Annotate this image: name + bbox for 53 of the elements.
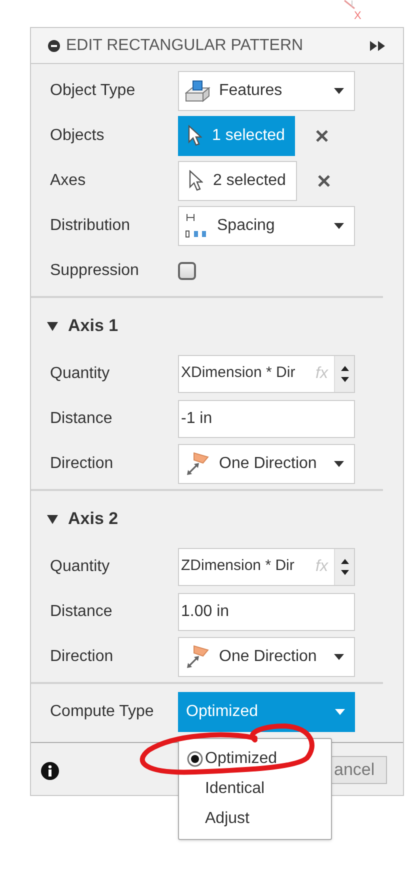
- cursor-icon: [189, 170, 203, 192]
- field-label: Quantity: [50, 556, 111, 576]
- spacing-icon: [185, 212, 209, 238]
- direction-icon: [185, 644, 211, 670]
- field-label: Distribution: [50, 216, 132, 236]
- field-label: Suppression: [50, 260, 140, 280]
- axis-drawing: [344, 0, 355, 9]
- dropdown-field[interactable]: Spacing: [178, 206, 355, 246]
- box-icon: [185, 78, 211, 102]
- checkbox[interactable]: [178, 262, 196, 280]
- field-label: Object Type: [50, 80, 136, 100]
- section-header[interactable]: Axis 1: [31, 301, 118, 351]
- info-icon[interactable]: [41, 762, 59, 780]
- direction-dropdown[interactable]: One Direction: [178, 636, 355, 676]
- direction-dropdown[interactable]: One Direction: [178, 444, 355, 484]
- field-label: Axes: [50, 170, 87, 190]
- selection-button[interactable]: 2 selected: [178, 160, 297, 200]
- field-label: Direction: [50, 454, 114, 474]
- dropdown-field[interactable]: Features: [178, 70, 355, 110]
- field-value: XDimension * Dir: [180, 363, 296, 384]
- direction-icon: [185, 450, 211, 476]
- cursor-icon: [188, 124, 202, 146]
- quantity-field[interactable]: XDimension * Dir fx: [178, 354, 355, 392]
- menu-item[interactable]: Adjust: [179, 804, 331, 834]
- field-label: Objects: [50, 126, 106, 146]
- field-value: ZDimension * Dir: [180, 556, 294, 576]
- section-header[interactable]: Axis 2: [31, 494, 118, 544]
- distance-field[interactable]: -1 in: [178, 400, 355, 438]
- caret-icon: [335, 708, 345, 714]
- fx-label: fx: [316, 556, 328, 576]
- caret-icon: [334, 654, 344, 660]
- caret-icon: [334, 460, 344, 466]
- field-label: Quantity: [50, 364, 111, 384]
- panel-title: EDIT RECTANGULAR PATTERN: [66, 36, 304, 56]
- axis-label: X: [354, 9, 362, 24]
- collapse-icon[interactable]: [48, 40, 60, 52]
- radio-icon: [187, 751, 203, 767]
- field-label: Distance: [50, 408, 114, 428]
- expand-icon[interactable]: [370, 40, 386, 50]
- caret-icon: [334, 88, 344, 94]
- caret-icon: [334, 222, 344, 228]
- clear-icon[interactable]: [314, 128, 329, 142]
- field-label: Compute Type: [50, 702, 155, 722]
- spinner-icon[interactable]: [334, 548, 354, 584]
- clear-icon[interactable]: [316, 174, 331, 188]
- distance-field[interactable]: 1.00 in: [178, 592, 355, 630]
- collapse-triangle-icon: [47, 322, 58, 330]
- field-label: Distance: [50, 602, 114, 622]
- field-label: Direction: [50, 646, 114, 666]
- fx-label: fx: [316, 364, 328, 384]
- quantity-field[interactable]: ZDimension * Dir fx: [178, 548, 355, 586]
- collapse-triangle-icon: [47, 514, 58, 524]
- spinner-icon[interactable]: [334, 356, 354, 392]
